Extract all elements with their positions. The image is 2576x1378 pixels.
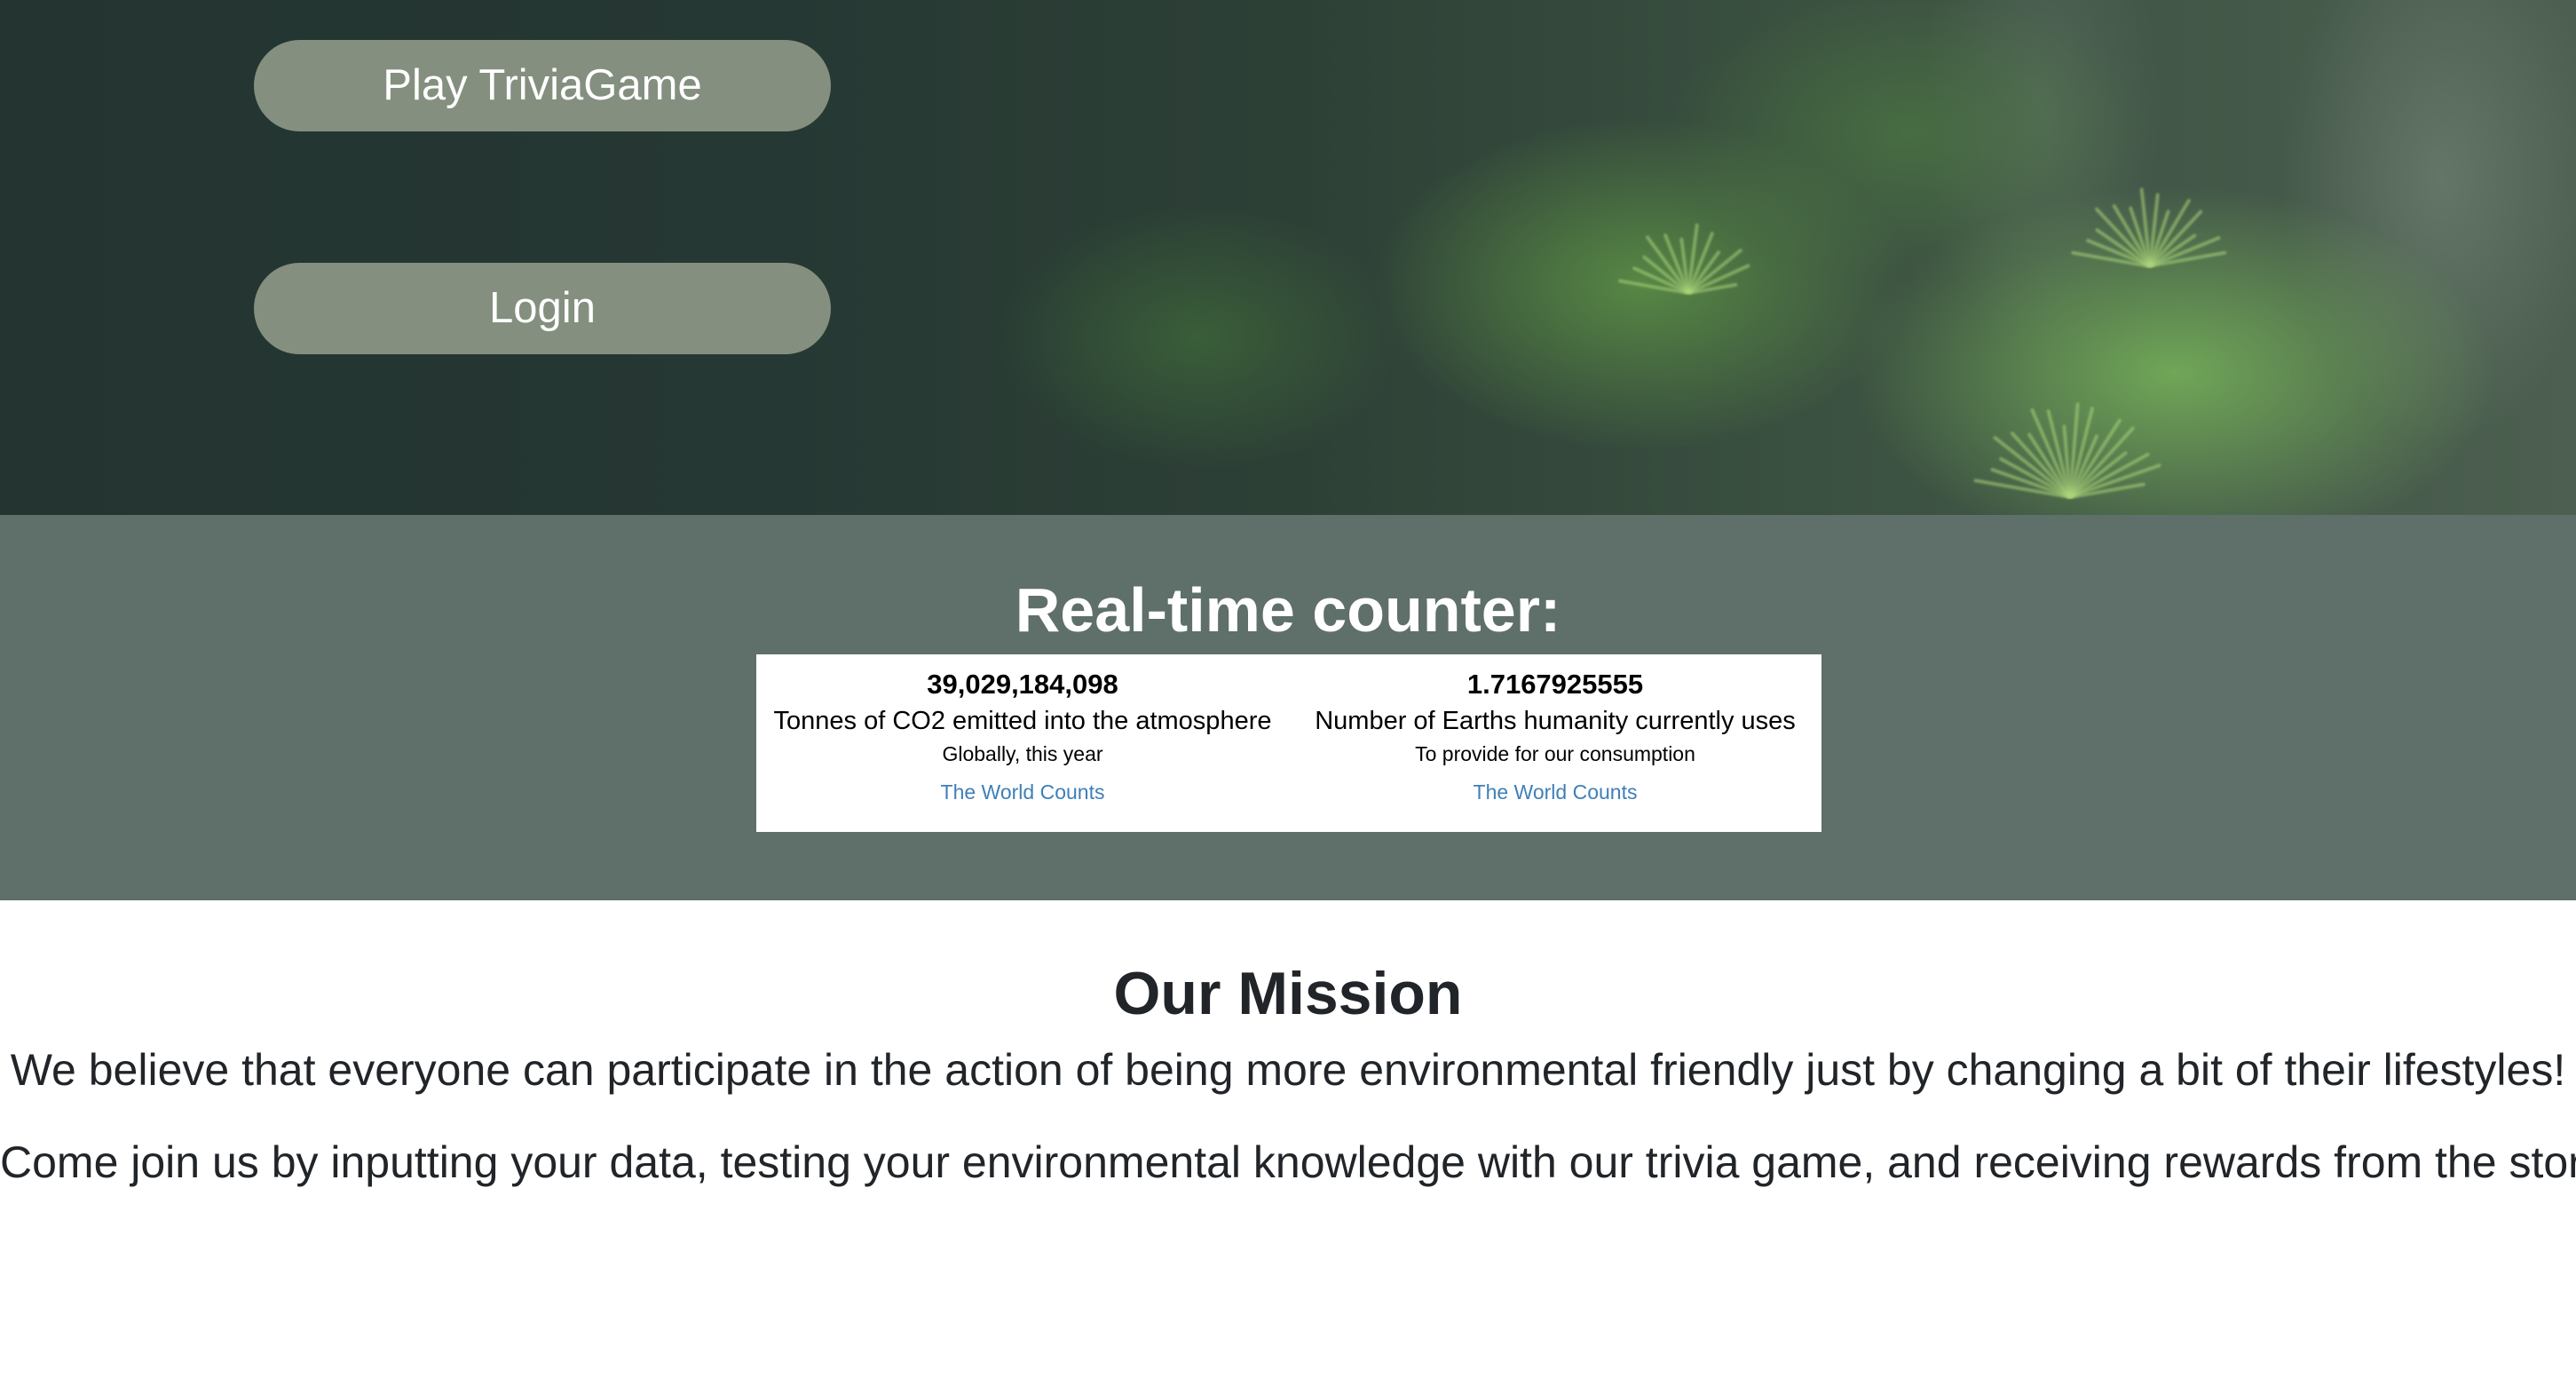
co2-counter-label: Tonnes of CO2 emitted into the atmospher…	[773, 707, 1272, 735]
earths-source-link[interactable]: The World Counts	[1474, 779, 1638, 805]
earths-counter-value: 1.7167925555	[1466, 669, 1644, 700]
earths-counter-subtext: To provide for our consumption	[1415, 742, 1695, 765]
login-button[interactable]: Login	[254, 263, 831, 354]
counter-title: Real-time counter:	[1015, 575, 1561, 645]
co2-counter: 39,029,184,098 Tonnes of CO2 emitted int…	[756, 654, 1289, 832]
co2-counter-subtext: Globally, this year	[942, 742, 1103, 765]
counter-widget: 39,029,184,098 Tonnes of CO2 emitted int…	[756, 654, 1821, 832]
earths-counter: 1.7167925555 Number of Earths humanity c…	[1289, 654, 1821, 832]
mission-title: Our Mission	[1113, 960, 1463, 1027]
co2-source-link[interactable]: The World Counts	[941, 779, 1105, 805]
hero-banner: Play TriviaGame Login	[0, 0, 2576, 515]
mission-section: Our Mission We believe that everyone can…	[0, 900, 2576, 1378]
earths-counter-label: Number of Earths humanity currently uses	[1315, 707, 1796, 735]
mission-paragraph-1: We believe that everyone can participate…	[10, 1045, 2566, 1095]
mission-paragraph-2: Come join us by inputting your data, tes…	[0, 1137, 2576, 1187]
realtime-counter-section: Real-time counter: 39,029,184,098 Tonnes…	[0, 515, 2576, 900]
play-trivia-game-button[interactable]: Play TriviaGame	[254, 40, 831, 131]
co2-counter-value: 39,029,184,098	[927, 669, 1118, 700]
